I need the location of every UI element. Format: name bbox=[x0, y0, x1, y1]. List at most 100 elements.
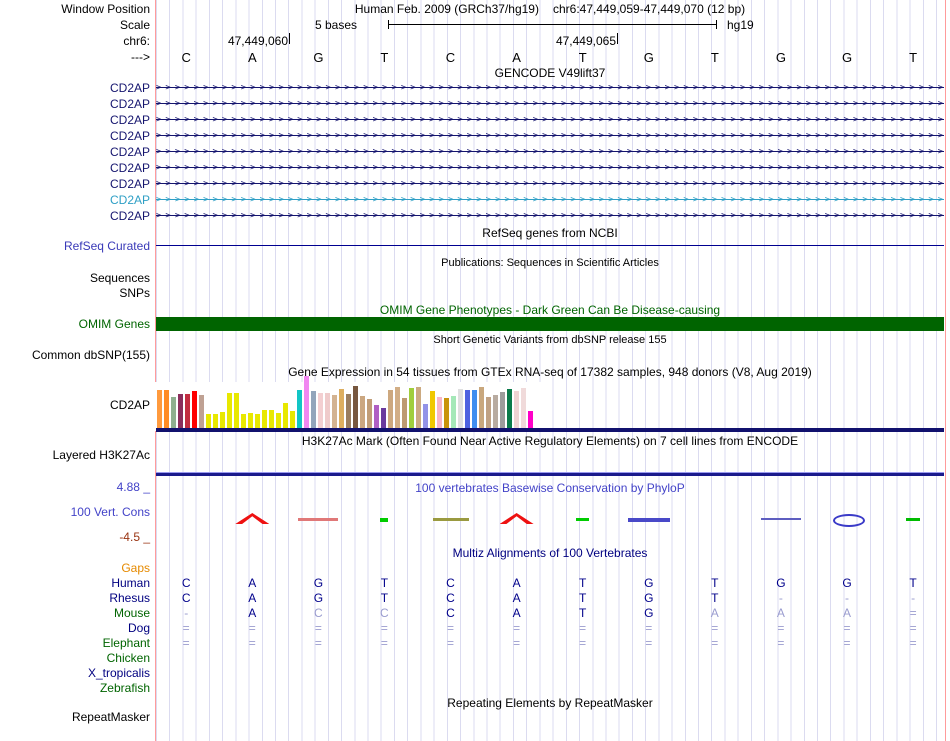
gencode-gene-row[interactable]: >>>>>>>>>>>>>>>>>>>>>>>>>>>>>>>>>>>>>>>>… bbox=[156, 114, 944, 126]
gtex-expression-bar bbox=[184, 394, 190, 428]
track-label-h3k27ac[interactable]: Layered H3K27Ac bbox=[0, 448, 150, 462]
gencode-gene-label[interactable]: CD2AP bbox=[0, 161, 150, 175]
base-letter: A bbox=[247, 50, 257, 65]
gencode-gene-label[interactable]: CD2AP bbox=[0, 97, 150, 111]
alignment-base: = bbox=[314, 621, 322, 635]
alignment-base: = bbox=[446, 621, 454, 635]
window-position-value: Human Feb. 2009 (GRCh37/hg19) chr6:47,44… bbox=[156, 2, 944, 16]
strand-arrows: >>>>>>>>>>>>>>>>>>>>>>>>>>>>>>>>>>>>>>>>… bbox=[156, 211, 944, 221]
gtex-expression-bar bbox=[499, 392, 505, 428]
track-label-snps[interactable]: SNPs bbox=[0, 286, 150, 300]
genome-label: hg19 bbox=[727, 18, 754, 32]
gtex-expression-bar bbox=[457, 389, 463, 428]
alignment-base: T bbox=[579, 591, 587, 605]
scale-value: 5 bases bbox=[314, 18, 357, 32]
alignment-base: = bbox=[711, 636, 719, 650]
multiz-species-label[interactable]: Human bbox=[0, 576, 150, 590]
alignment-base: = bbox=[777, 636, 785, 650]
base-letter: C bbox=[181, 50, 191, 65]
track-label-vert-cons[interactable]: 100 Vert. Cons bbox=[0, 505, 150, 519]
gtex-expression-bar bbox=[310, 391, 316, 428]
gtex-expression-bar bbox=[163, 390, 169, 428]
conservation-dash bbox=[906, 518, 921, 521]
track-label-sequences[interactable]: Sequences bbox=[0, 271, 150, 285]
gtex-expression-bar bbox=[212, 414, 218, 428]
track-label-omim-genes[interactable]: OMIM Genes bbox=[0, 317, 150, 331]
alignment-base: = bbox=[843, 621, 851, 635]
multiz-species-label[interactable]: Zebrafish bbox=[0, 681, 150, 695]
multiz-species-label[interactable]: Dog bbox=[0, 621, 150, 635]
coord-tick-label-right: 47,449,065 bbox=[555, 34, 616, 48]
multiz-title: Multiz Alignments of 100 Vertebrates bbox=[452, 546, 648, 560]
conservation-min-label: -4.5 _ bbox=[119, 530, 150, 544]
gtex-expression-bar bbox=[387, 390, 393, 428]
gtex-title: Gene Expression in 54 tissues from GTEx … bbox=[288, 365, 812, 379]
alignment-base: = bbox=[777, 621, 785, 635]
gencode-gene-row[interactable]: >>>>>>>>>>>>>>>>>>>>>>>>>>>>>>>>>>>>>>>>… bbox=[156, 162, 944, 174]
conservation-dash bbox=[432, 518, 469, 521]
gencode-gene-label[interactable]: CD2AP bbox=[0, 113, 150, 127]
gencode-gene-label[interactable]: CD2AP bbox=[0, 209, 150, 223]
alignment-base: C bbox=[446, 606, 455, 620]
gtex-expression-bar bbox=[373, 405, 379, 428]
scale-label: Scale bbox=[119, 18, 150, 32]
gencode-gene-row[interactable]: >>>>>>>>>>>>>>>>>>>>>>>>>>>>>>>>>>>>>>>>… bbox=[156, 178, 944, 190]
gtex-expression-bar bbox=[415, 387, 421, 428]
alignment-base: - bbox=[184, 606, 189, 620]
gtex-expression-bar bbox=[317, 393, 323, 428]
gencode-gene-row[interactable]: >>>>>>>>>>>>>>>>>>>>>>>>>>>>>>>>>>>>>>>>… bbox=[156, 146, 944, 158]
multiz-species-label[interactable]: Mouse bbox=[0, 606, 150, 620]
alignment-base: A bbox=[512, 606, 521, 620]
gtex-expression-bar bbox=[156, 390, 162, 428]
refseq-curated-item[interactable] bbox=[156, 245, 944, 246]
gencode-gene-label[interactable]: CD2AP bbox=[0, 145, 150, 159]
gtex-expression-bar bbox=[303, 376, 309, 428]
multiz-species-label[interactable]: Rhesus bbox=[0, 591, 150, 605]
conservation-dash bbox=[627, 518, 670, 522]
gencode-gene-row[interactable]: >>>>>>>>>>>>>>>>>>>>>>>>>>>>>>>>>>>>>>>>… bbox=[156, 98, 944, 110]
gencode-gene-label[interactable]: CD2AP bbox=[0, 177, 150, 191]
gtex-expression-bar bbox=[268, 410, 274, 428]
strand-label: ---> bbox=[131, 50, 150, 64]
gencode-gene-row[interactable]: >>>>>>>>>>>>>>>>>>>>>>>>>>>>>>>>>>>>>>>>… bbox=[156, 130, 944, 142]
alignment-base: A bbox=[248, 606, 257, 620]
gtex-expression-bar bbox=[289, 411, 295, 428]
gencode-gene-label[interactable]: CD2AP bbox=[0, 129, 150, 143]
gtex-expression-bar bbox=[366, 399, 372, 428]
base-letter: G bbox=[643, 50, 654, 65]
gencode-gene-label[interactable]: CD2AP bbox=[0, 81, 150, 95]
alignment-base: - bbox=[911, 591, 916, 605]
track-label-gaps[interactable]: Gaps bbox=[0, 561, 150, 575]
coord-tick-right bbox=[617, 33, 618, 44]
omim-gene-bar[interactable] bbox=[156, 317, 944, 331]
track-label-gtex-gene[interactable]: CD2AP bbox=[0, 398, 150, 412]
alignment-base: A bbox=[512, 591, 521, 605]
alignment-base: = bbox=[248, 636, 256, 650]
gencode-gene-row[interactable]: >>>>>>>>>>>>>>>>>>>>>>>>>>>>>>>>>>>>>>>>… bbox=[156, 210, 944, 222]
gtex-expression-bar bbox=[331, 395, 337, 428]
gencode-gene-row[interactable]: >>>>>>>>>>>>>>>>>>>>>>>>>>>>>>>>>>>>>>>>… bbox=[156, 82, 944, 94]
alignment-base: C bbox=[314, 606, 323, 620]
alignment-base: T bbox=[579, 606, 587, 620]
gtex-expression-bar bbox=[345, 394, 351, 428]
alignment-base: = bbox=[513, 636, 521, 650]
alignment-base: G bbox=[313, 591, 324, 605]
strand-arrows: >>>>>>>>>>>>>>>>>>>>>>>>>>>>>>>>>>>>>>>>… bbox=[156, 115, 944, 125]
gencode-gene-row[interactable]: >>>>>>>>>>>>>>>>>>>>>>>>>>>>>>>>>>>>>>>>… bbox=[156, 194, 944, 206]
h3k27ac-title: H3K27Ac Mark (Often Found Near Active Re… bbox=[301, 434, 799, 448]
multiz-species-label[interactable]: Elephant bbox=[0, 636, 150, 650]
alignment-base: A bbox=[842, 606, 851, 620]
track-label-refseq-curated[interactable]: RefSeq Curated bbox=[0, 239, 150, 253]
track-label-common-dbsnp[interactable]: Common dbSNP(155) bbox=[0, 348, 150, 362]
track-label-repeatmasker[interactable]: RepeatMasker bbox=[0, 710, 150, 724]
conservation-dash bbox=[298, 518, 339, 521]
multiz-species-label[interactable]: Chicken bbox=[0, 651, 150, 665]
alignment-base: = bbox=[711, 621, 719, 635]
gencode-title: GENCODE V49lift37 bbox=[494, 66, 606, 80]
conservation-oval bbox=[833, 514, 865, 527]
gtex-expression-bar bbox=[436, 397, 442, 428]
multiz-species-label[interactable]: X_tropicalis bbox=[0, 666, 150, 680]
strand-arrows: >>>>>>>>>>>>>>>>>>>>>>>>>>>>>>>>>>>>>>>>… bbox=[156, 163, 944, 173]
alignment-base: = bbox=[380, 636, 388, 650]
gencode-gene-label[interactable]: CD2AP bbox=[0, 193, 150, 207]
